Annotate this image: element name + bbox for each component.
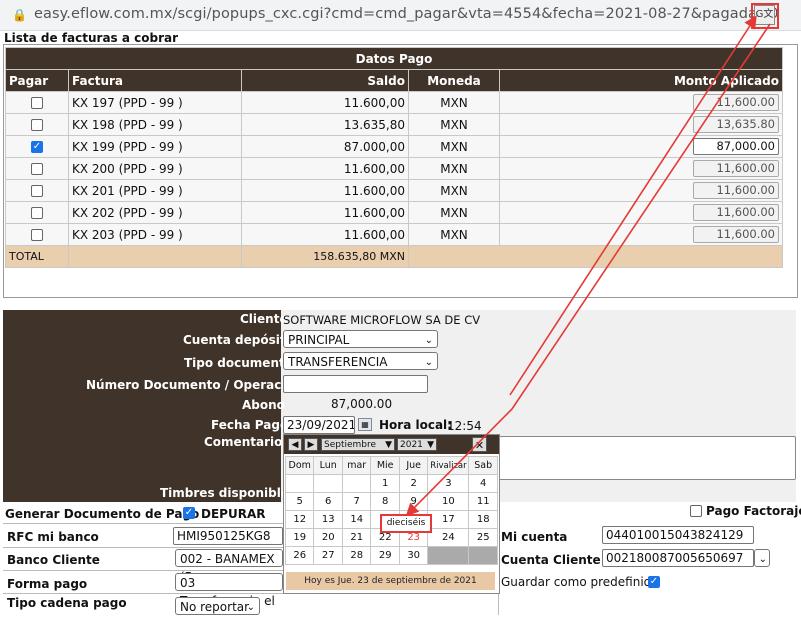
- annotation-arrows: [405, 15, 771, 517]
- annotation-arrow-down: [405, 408, 513, 517]
- annotation-line: [511, 23, 771, 410]
- annotation-arrow-up: [509, 15, 757, 396]
